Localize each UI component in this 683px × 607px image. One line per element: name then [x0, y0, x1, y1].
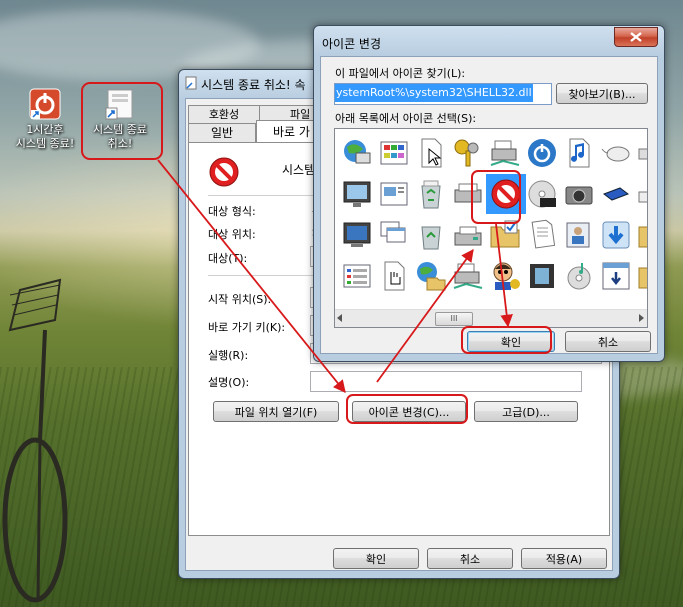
- ok-button[interactable]: 확인: [333, 548, 419, 569]
- dialog-title-bar[interactable]: 아이콘 변경: [314, 26, 664, 52]
- keys-icon[interactable]: [452, 137, 484, 169]
- scroll-left-arrow[interactable]: [337, 314, 342, 322]
- cancel-button[interactable]: 취소: [427, 548, 513, 569]
- icon-list[interactable]: III: [334, 128, 648, 328]
- help-person-icon[interactable]: [489, 260, 521, 292]
- user-accounts-icon[interactable]: [563, 219, 595, 251]
- window-download-icon[interactable]: [600, 260, 632, 292]
- desktop-icon-shutdown-timer[interactable]: 1시간후 시스템 종료!: [5, 88, 85, 151]
- camera-icon[interactable]: [563, 178, 595, 210]
- find-icons-label: 이 파일에서 아이콘 찾기(L):: [335, 67, 466, 80]
- recycle-bin-icon[interactable]: [415, 219, 447, 251]
- desktop-icon-label: 시스템 종료!: [15, 137, 75, 150]
- highlight-ok-button: [461, 326, 552, 354]
- mouse-icon[interactable]: [600, 137, 632, 169]
- browse-button[interactable]: 찾아보기(B)...: [556, 83, 648, 104]
- cd-audio-icon[interactable]: [563, 260, 595, 292]
- select-icon-label: 아래 목록에서 아이콘 선택(S):: [335, 112, 477, 125]
- highlight-change-icon-button: [346, 394, 468, 424]
- scroll-right-arrow[interactable]: [639, 314, 644, 322]
- network-printer-2-icon[interactable]: [452, 260, 484, 292]
- film-icon[interactable]: [526, 260, 558, 292]
- scroll-thumb[interactable]: III: [435, 312, 473, 326]
- hand-pointer-doc-icon[interactable]: [378, 260, 410, 292]
- desktop-icon-label: 1시간후: [26, 123, 64, 136]
- target-location-label: 대상 위치:: [208, 228, 256, 241]
- bicycle-image: [2, 278, 68, 603]
- advanced-button[interactable]: 고급(D)...: [474, 401, 578, 422]
- start-in-label: 시작 위치(S):: [208, 293, 272, 306]
- scroll-grip: III: [450, 314, 458, 323]
- globe-folder-icon[interactable]: [415, 260, 447, 292]
- icon-list-scrollbar[interactable]: III: [335, 309, 647, 327]
- icon-file-path-value: ystemRoot%\system32\SHELL32.dll: [335, 84, 533, 102]
- control-panel-icon[interactable]: [378, 137, 410, 169]
- document-cursor-icon[interactable]: [415, 137, 447, 169]
- comment-input[interactable]: [310, 371, 582, 392]
- close-button[interactable]: [614, 27, 658, 47]
- highlight-selected-icon: [471, 170, 521, 224]
- open-file-location-button[interactable]: 파일 위치 열기(F): [213, 401, 339, 422]
- run-label: 실행(R):: [208, 349, 249, 362]
- shutdown-timer-icon: [29, 88, 61, 120]
- window-title: 시스템 종료 취소! 속: [201, 78, 306, 92]
- icon-file-path-input[interactable]: ystemRoot%\system32\SHELL32.dll: [334, 83, 552, 105]
- music-file-icon[interactable]: [563, 137, 595, 169]
- target-label: 대상(T):: [208, 252, 248, 265]
- target-type-label: 대상 형식:: [208, 205, 256, 218]
- folder-open-icon[interactable]: [637, 260, 648, 292]
- drive-icon[interactable]: [637, 137, 648, 169]
- apply-button[interactable]: 적용(A): [521, 548, 607, 569]
- picture-window-icon[interactable]: [378, 178, 410, 210]
- power-icon[interactable]: [526, 137, 558, 169]
- comment-label: 설명(O):: [208, 376, 250, 389]
- desktop-monitor-icon[interactable]: [341, 219, 373, 251]
- window-icon: [185, 76, 197, 90]
- close-icon: [630, 32, 642, 42]
- highlight-desktop-icon: [81, 82, 163, 160]
- folder-icon[interactable]: [637, 219, 648, 251]
- documents-pen-icon[interactable]: [526, 219, 558, 251]
- dvd-icon[interactable]: [526, 178, 558, 210]
- windows-cascade-icon[interactable]: [378, 219, 410, 251]
- floppy-icon[interactable]: [600, 178, 632, 210]
- no-entry-icon: [209, 157, 239, 187]
- monitor-icon[interactable]: [341, 178, 373, 210]
- download-arrow-icon[interactable]: [600, 219, 632, 251]
- dialog-cancel-button[interactable]: 취소: [565, 331, 651, 352]
- recycle-bin-full-icon[interactable]: [415, 178, 447, 210]
- network-computer-icon[interactable]: [341, 137, 373, 169]
- settings-list-icon[interactable]: [341, 260, 373, 292]
- dialog-title: 아이콘 변경: [322, 37, 382, 51]
- network-printer-icon[interactable]: [489, 137, 521, 169]
- keyboard-icon[interactable]: [637, 178, 648, 210]
- tab-general[interactable]: 일반: [188, 123, 256, 142]
- tab-compatibility[interactable]: 호환성: [188, 105, 260, 123]
- shortcut-key-label: 바로 가기 키(K):: [208, 321, 286, 334]
- shortcut-name: 시스템: [282, 163, 316, 177]
